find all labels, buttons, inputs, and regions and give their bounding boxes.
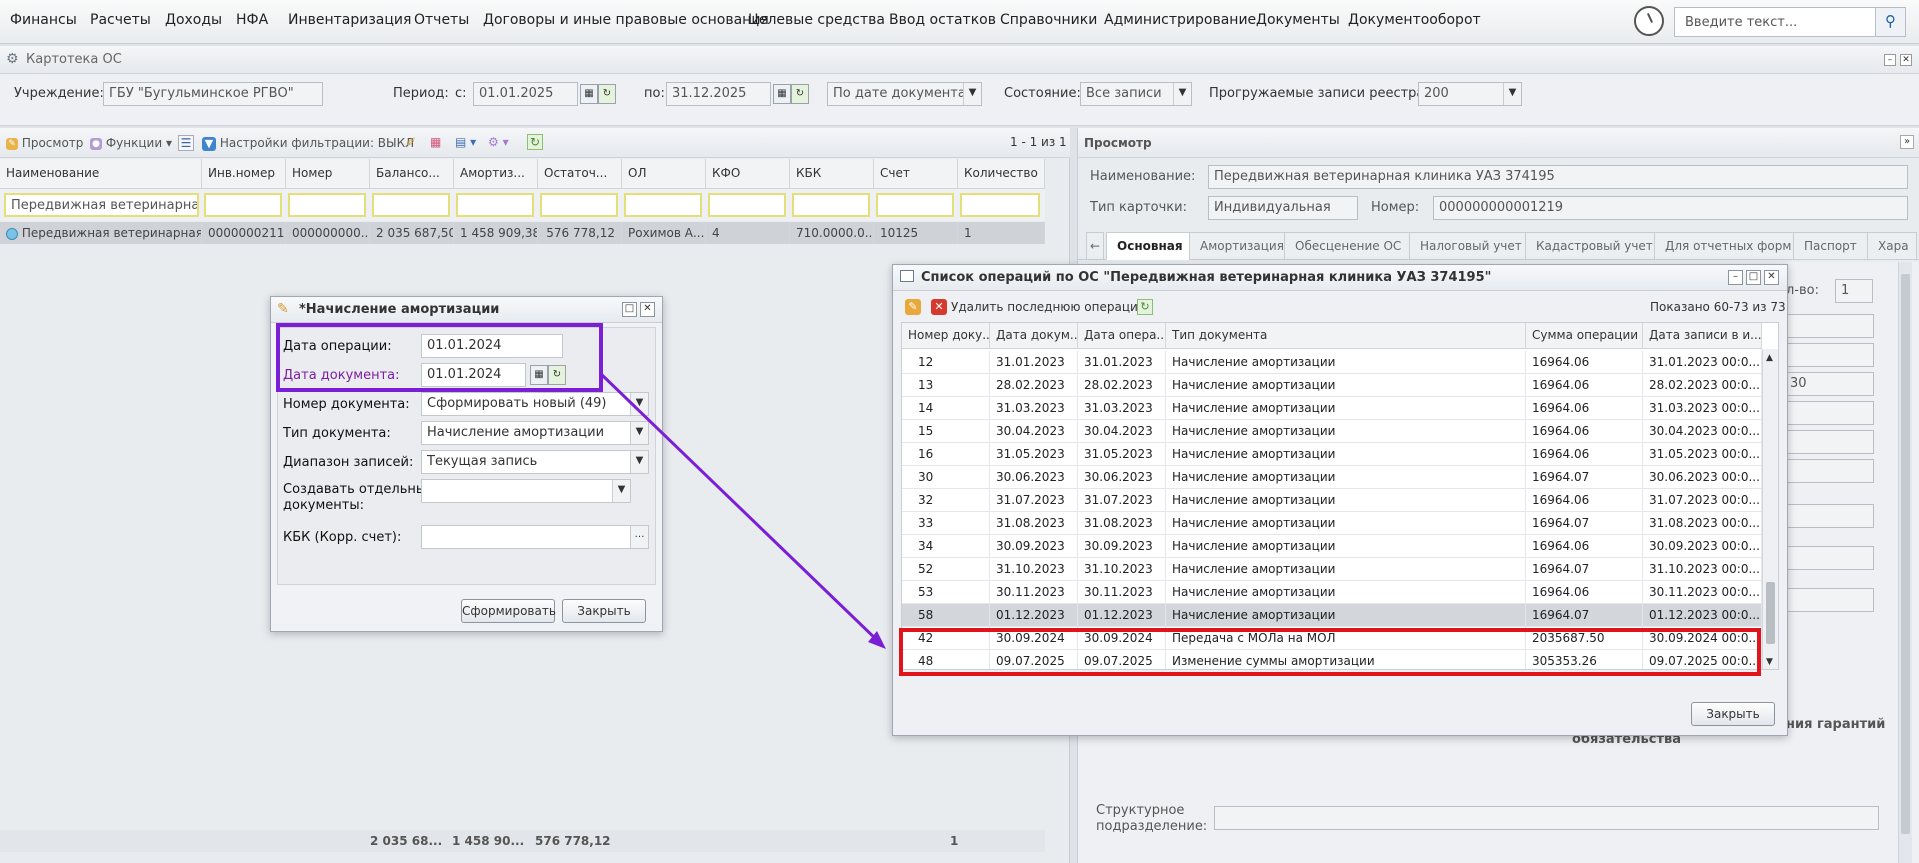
red-highlight-box xyxy=(899,628,1761,676)
annotation-overlay xyxy=(276,323,1761,676)
purple-arrow-line xyxy=(599,372,882,645)
purple-highlight-box xyxy=(276,323,603,392)
